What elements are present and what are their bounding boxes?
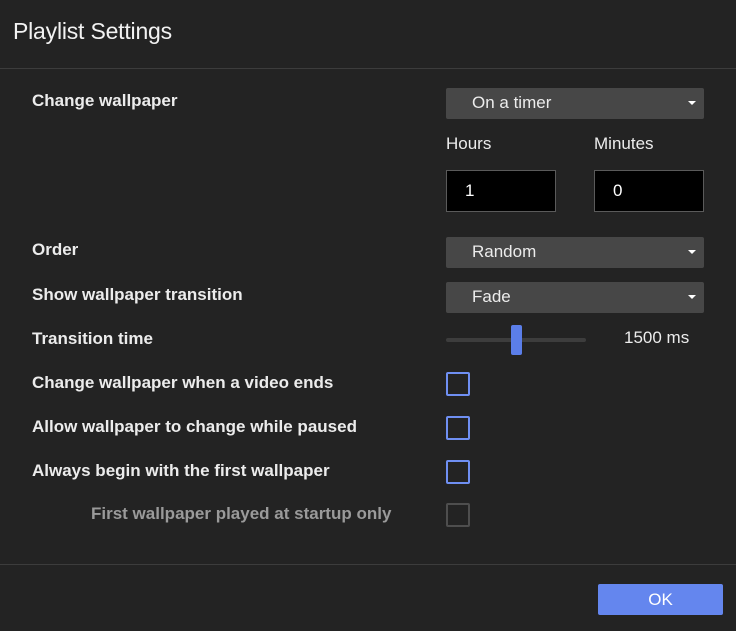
footer-divider — [0, 564, 736, 565]
minutes-label: Minutes — [594, 134, 654, 153]
first-wallpaper-label: Always begin with the first wallpaper — [32, 461, 330, 480]
order-label: Order — [32, 240, 79, 259]
transition-time-label: Transition time — [32, 329, 153, 348]
dialog-title: Playlist Settings — [13, 18, 172, 44]
ok-button[interactable]: OK — [598, 584, 723, 615]
caret-down-icon — [688, 295, 696, 299]
change-wallpaper-value: On a timer — [472, 93, 552, 112]
playlist-settings-dialog: Playlist Settings Change wallpaper On a … — [0, 0, 736, 631]
minutes-input[interactable] — [594, 170, 704, 212]
video-ends-label: Change wallpaper when a video ends — [32, 373, 334, 392]
first-wallpaper-checkbox[interactable] — [446, 460, 470, 484]
transition-label: Show wallpaper transition — [32, 285, 243, 304]
hours-input[interactable] — [446, 170, 556, 212]
startup-only-checkbox — [446, 503, 470, 527]
header-divider — [0, 68, 736, 69]
change-wallpaper-select[interactable]: On a timer — [446, 88, 704, 119]
video-ends-checkbox[interactable] — [446, 372, 470, 396]
transition-value: Fade — [472, 287, 511, 306]
order-select[interactable]: Random — [446, 237, 704, 268]
transition-time-value: 1500 ms — [624, 328, 690, 347]
change-wallpaper-label: Change wallpaper — [32, 91, 178, 110]
transition-select[interactable]: Fade — [446, 282, 704, 313]
caret-down-icon — [688, 101, 696, 105]
order-value: Random — [472, 242, 537, 261]
transition-time-slider[interactable] — [446, 325, 586, 355]
while-paused-label: Allow wallpaper to change while paused — [32, 417, 357, 436]
hours-label: Hours — [446, 134, 492, 153]
slider-thumb[interactable] — [511, 325, 522, 355]
caret-down-icon — [688, 250, 696, 254]
startup-only-label: First wallpaper played at startup only — [91, 504, 392, 523]
while-paused-checkbox[interactable] — [446, 416, 470, 440]
